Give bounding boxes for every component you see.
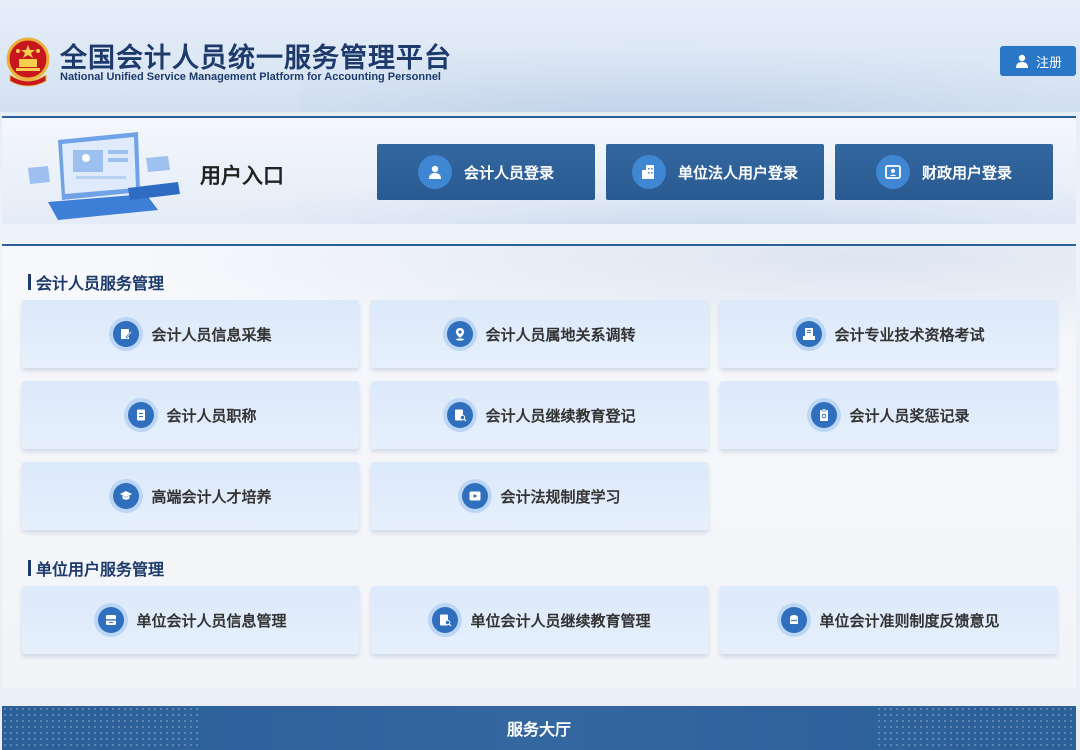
chat-icon [777,603,812,637]
decor-dots [2,706,202,750]
service-card-label: 会计人员属地关系调转 [485,325,636,344]
edit-form-icon [109,317,144,351]
finance-login-button[interactable]: 财政用户登录 [835,144,1053,200]
service-card-label: 单位会计准则制度反馈意见 [819,611,1000,630]
id-card-icon [875,155,910,189]
national-emblem-icon [6,37,50,87]
register-label: 注册 [1035,55,1062,71]
service-card-label: 会计人员奖惩记录 [849,406,970,425]
service-card[interactable]: 高端会计人才培养 [22,462,359,530]
service-card-label: 高端会计人才培养 [151,487,272,506]
section-bar [28,560,31,576]
search-document-icon [443,398,478,432]
register-button[interactable]: 注册 [1000,46,1076,76]
service-card-label: 会计法规制度学习 [500,487,621,506]
database-icon [94,603,129,637]
user-entry-title: 用户入口 [200,164,284,188]
login-button-label: 会计人员登录 [463,163,554,182]
graduation-cap-icon [109,479,144,513]
service-card[interactable]: 会计人员信息采集 [22,300,359,368]
user-icon [1015,54,1028,68]
service-card-label: 单位会计人员继续教育管理 [470,611,651,630]
location-icon [443,317,478,351]
section-bar [28,274,31,290]
service-card-label: 会计人员继续教育登记 [485,406,636,425]
section-title-text: 单位用户服务管理 [36,560,165,579]
service-card[interactable]: 会计人员属地关系调转 [371,300,708,368]
corporate-login-button[interactable]: 单位法人用户登录 [606,144,824,200]
building-icon [631,155,666,189]
section-title-organization: 单位用户服务管理 [28,556,164,580]
exam-icon [792,317,827,351]
site-header: 全国会计人员统一服务管理平台 National Unified Service … [0,0,1080,112]
section-title-text: 会计人员服务管理 [36,274,165,293]
accountant-login-button[interactable]: 会计人员登录 [377,144,595,200]
service-card[interactable]: 单位会计人员继续教育管理 [371,586,708,654]
service-card[interactable]: 会计人员奖惩记录 [720,381,1057,449]
user-icon [417,155,452,189]
service-card[interactable]: 会计人员继续教育登记 [371,381,708,449]
clipboard-icon [807,398,842,432]
section-title-accountant: 会计人员服务管理 [28,270,164,294]
services-panel: 会计人员服务管理 会计人员信息采集 会计人员属地关系调转 会计专业技术资格考试 … [2,244,1076,688]
login-button-label: 财政用户登录 [921,163,1012,182]
service-hall-label: 服务大厅 [506,720,571,739]
service-card-label: 单位会计人员信息管理 [136,611,287,630]
service-card-label: 会计人员职称 [166,406,257,425]
play-icon [458,479,493,513]
service-hall-button[interactable]: 服务大厅 [2,706,1076,750]
service-card[interactable]: 会计人员职称 [22,381,359,449]
service-card-label: 会计专业技术资格考试 [834,325,985,344]
service-card[interactable]: 单位会计人员信息管理 [22,586,359,654]
service-card[interactable]: 会计法规制度学习 [371,462,708,530]
document-icon [124,398,159,432]
service-card[interactable]: 会计专业技术资格考试 [720,300,1057,368]
laptop-illustration-icon [28,132,180,220]
site-title: 全国会计人员统一服务管理平台 [60,43,452,74]
user-entry-band: 用户入口 会计人员登录 单位法人用户登录 财政用户登录 [2,116,1076,224]
login-button-label: 单位法人用户登录 [677,163,798,182]
decor-dots [876,706,1076,750]
service-card[interactable]: 单位会计准则制度反馈意见 [720,586,1057,654]
service-card-label: 会计人员信息采集 [151,325,272,344]
site-subtitle: National Unified Service Management Plat… [60,71,441,83]
search-document-icon [428,603,463,637]
